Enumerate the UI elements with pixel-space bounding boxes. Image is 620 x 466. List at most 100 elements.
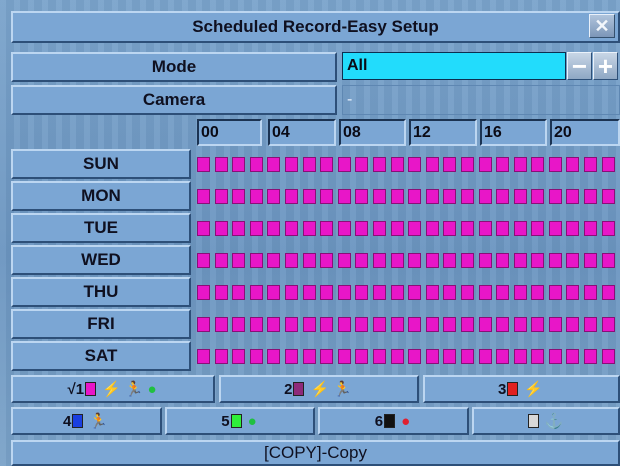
schedule-row-tue[interactable] xyxy=(197,213,620,243)
hour-slot[interactable] xyxy=(372,156,386,172)
hour-slot[interactable] xyxy=(355,284,369,300)
hour-slot[interactable] xyxy=(232,156,246,172)
hour-slot[interactable] xyxy=(548,316,562,332)
hour-slot[interactable] xyxy=(320,348,334,364)
hour-slot[interactable] xyxy=(425,284,439,300)
day-label-sun[interactable]: SUN xyxy=(11,149,191,179)
hour-slot[interactable] xyxy=(408,316,422,332)
hour-slot[interactable] xyxy=(478,348,492,364)
hour-slot[interactable] xyxy=(478,188,492,204)
hour-slot[interactable] xyxy=(460,156,474,172)
hour-slot[interactable] xyxy=(425,188,439,204)
hour-slot[interactable] xyxy=(513,348,527,364)
hour-slot[interactable] xyxy=(232,284,246,300)
hour-slot[interactable] xyxy=(390,348,404,364)
hour-slot[interactable] xyxy=(513,252,527,268)
hour-slot[interactable] xyxy=(355,156,369,172)
hour-slot[interactable] xyxy=(531,252,545,268)
hour-slot[interactable] xyxy=(443,284,457,300)
hour-slot[interactable] xyxy=(267,284,281,300)
hour-slot[interactable] xyxy=(197,156,210,172)
hour-slot[interactable] xyxy=(284,156,298,172)
camera-field[interactable]: - xyxy=(342,85,620,115)
legend-option-1[interactable]: √1 ⚡ 🏃 ● xyxy=(11,375,215,403)
hour-slot[interactable] xyxy=(372,348,386,364)
hour-slot[interactable] xyxy=(249,316,263,332)
hour-slot[interactable] xyxy=(284,348,298,364)
hour-slot[interactable] xyxy=(408,220,422,236)
day-label-tue[interactable]: TUE xyxy=(11,213,191,243)
hour-slot[interactable] xyxy=(249,156,263,172)
hour-slot[interactable] xyxy=(232,220,246,236)
hour-slot[interactable] xyxy=(302,316,316,332)
hour-slot[interactable] xyxy=(320,188,334,204)
hour-slot[interactable] xyxy=(372,188,386,204)
hour-slot[interactable] xyxy=(302,348,316,364)
hour-slot[interactable] xyxy=(566,284,580,300)
hour-slot[interactable] xyxy=(584,252,598,268)
hour-slot[interactable] xyxy=(408,188,422,204)
hour-slot[interactable] xyxy=(566,220,580,236)
hour-slot[interactable] xyxy=(584,220,598,236)
hour-slot[interactable] xyxy=(249,188,263,204)
hour-slot[interactable] xyxy=(496,156,510,172)
hour-slot[interactable] xyxy=(531,284,545,300)
hour-slot[interactable] xyxy=(408,348,422,364)
hour-slot[interactable] xyxy=(496,188,510,204)
schedule-row-wed[interactable] xyxy=(197,245,620,275)
hour-slot[interactable] xyxy=(267,188,281,204)
hour-slot[interactable] xyxy=(232,188,246,204)
schedule-row-sat[interactable] xyxy=(197,341,620,371)
hour-slot[interactable] xyxy=(320,316,334,332)
hour-slot[interactable] xyxy=(601,284,615,300)
hour-slot[interactable] xyxy=(460,284,474,300)
hour-slot[interactable] xyxy=(566,188,580,204)
hour-slot[interactable] xyxy=(408,284,422,300)
hour-slot[interactable] xyxy=(548,284,562,300)
hour-slot[interactable] xyxy=(513,156,527,172)
hour-slot[interactable] xyxy=(584,156,598,172)
hour-slot[interactable] xyxy=(531,220,545,236)
hour-slot[interactable] xyxy=(601,348,615,364)
hour-slot[interactable] xyxy=(337,156,351,172)
hour-slot[interactable] xyxy=(302,188,316,204)
hour-slot[interactable] xyxy=(284,316,298,332)
hour-slot[interactable] xyxy=(531,188,545,204)
hour-slot[interactable] xyxy=(214,316,228,332)
hour-slot[interactable] xyxy=(496,284,510,300)
hour-slot[interactable] xyxy=(197,316,210,332)
hour-slot[interactable] xyxy=(548,156,562,172)
mode-increment-button[interactable]: + xyxy=(593,52,618,80)
mode-decrement-button[interactable]: − xyxy=(567,52,592,80)
hour-slot[interactable] xyxy=(531,316,545,332)
hour-slot[interactable] xyxy=(601,188,615,204)
hour-slot[interactable] xyxy=(284,188,298,204)
hour-slot[interactable] xyxy=(425,348,439,364)
legend-option-6[interactable]: 6 ● xyxy=(318,407,469,435)
hour-slot[interactable] xyxy=(425,220,439,236)
hour-slot[interactable] xyxy=(513,316,527,332)
hour-slot[interactable] xyxy=(320,252,334,268)
legend-option-none[interactable]: ⚓ xyxy=(472,407,620,435)
hour-slot[interactable] xyxy=(355,220,369,236)
hour-slot[interactable] xyxy=(320,220,334,236)
hour-slot[interactable] xyxy=(460,348,474,364)
hour-slot[interactable] xyxy=(197,220,210,236)
hour-slot[interactable] xyxy=(478,220,492,236)
schedule-row-fri[interactable] xyxy=(197,309,620,339)
hour-slot[interactable] xyxy=(337,284,351,300)
hour-slot[interactable] xyxy=(601,156,615,172)
hour-slot[interactable] xyxy=(548,252,562,268)
hour-slot[interactable] xyxy=(408,252,422,268)
hour-slot[interactable] xyxy=(372,252,386,268)
hour-slot[interactable] xyxy=(425,252,439,268)
hour-slot[interactable] xyxy=(267,252,281,268)
hour-slot[interactable] xyxy=(513,220,527,236)
hour-slot[interactable] xyxy=(267,156,281,172)
hour-slot[interactable] xyxy=(337,188,351,204)
hour-slot[interactable] xyxy=(443,220,457,236)
legend-option-3[interactable]: 3 ⚡ xyxy=(423,375,620,403)
hour-slot[interactable] xyxy=(214,252,228,268)
hour-slot[interactable] xyxy=(443,348,457,364)
hour-slot[interactable] xyxy=(214,156,228,172)
